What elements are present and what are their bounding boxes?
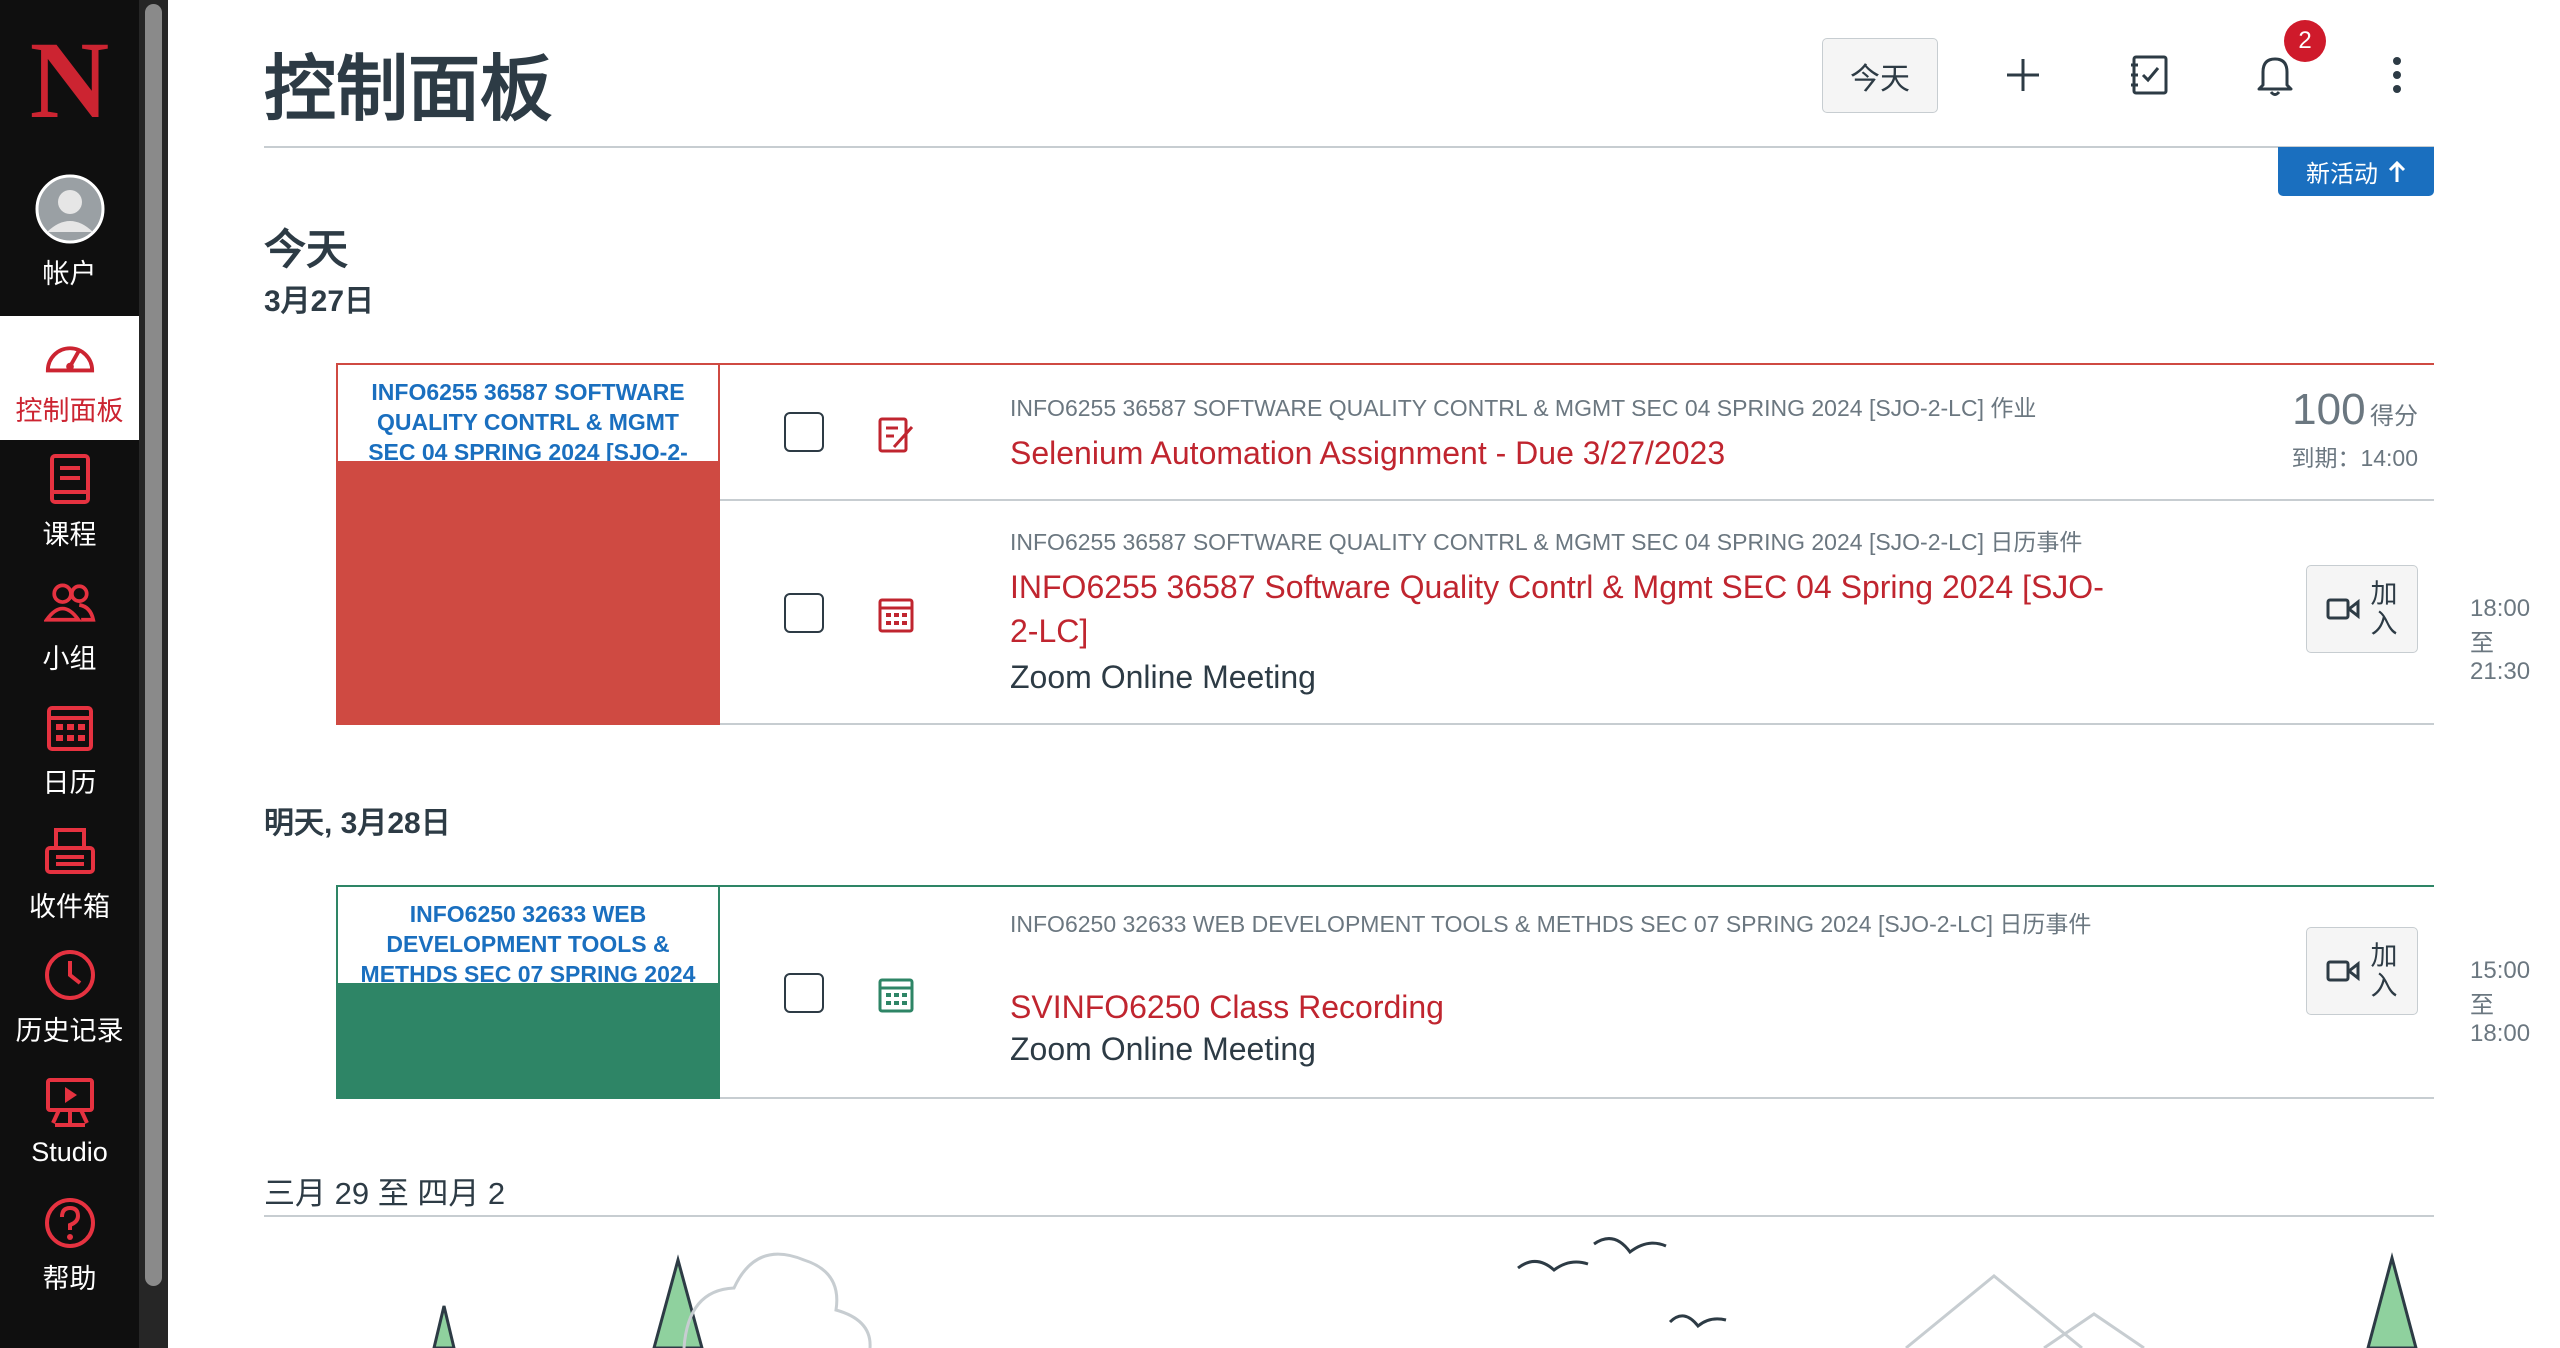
empty-state-illustration bbox=[432, 1237, 2418, 1348]
sidebar-item-studio[interactable]: Studio bbox=[0, 1060, 139, 1184]
notification-count-badge: 2 bbox=[2284, 20, 2326, 62]
sidebar-item-label: Studio bbox=[31, 1136, 108, 1167]
tree-icon bbox=[432, 1305, 456, 1348]
sidebar-item-label: 历史记录 bbox=[15, 1015, 124, 1046]
course-group: INFO6255 36587 SOFTWARE QUALITY CONTRL &… bbox=[336, 363, 2530, 725]
birds-icon bbox=[1517, 1237, 1727, 1329]
planner-item: INFO6255 36587 SOFTWARE QUALITY CONTRL &… bbox=[720, 363, 2434, 501]
course-card-name[interactable]: INFO6255 36587 SOFTWARE QUALITY CONTRL &… bbox=[338, 365, 718, 461]
item-location: Zoom Online Meeting bbox=[1010, 1031, 1316, 1067]
studio-icon bbox=[44, 1077, 96, 1129]
item-title-link[interactable]: INFO6255 36587 Software Quality Contrl &… bbox=[1010, 565, 2110, 653]
groups-icon bbox=[43, 577, 96, 629]
university-logo[interactable]: N bbox=[0, 0, 139, 160]
sidebar-item-history[interactable]: 历史记录 bbox=[0, 936, 139, 1060]
plus-icon bbox=[2007, 59, 2039, 91]
upcoming-range-heading: 三月 29 至 四月 2 bbox=[264, 1176, 506, 1211]
event-time: 15:00 至 18:00 bbox=[2470, 957, 2531, 1047]
course-color-block bbox=[336, 983, 720, 1099]
video-camera-icon bbox=[2326, 598, 2360, 620]
join-label: 加入 bbox=[2370, 941, 2398, 1001]
join-label: 加入 bbox=[2370, 579, 2398, 639]
sidebar-item-label: 课程 bbox=[42, 519, 97, 550]
sidebar-item-calendar[interactable]: 日历 bbox=[0, 688, 139, 812]
sidebar-item-courses[interactable]: 课程 bbox=[0, 440, 139, 564]
item-title-link[interactable]: Selenium Automation Assignment - Due 3/2… bbox=[1010, 431, 2110, 475]
kebab-menu-icon bbox=[2393, 57, 2401, 93]
sidebar-item-groups[interactable]: 小组 bbox=[0, 564, 139, 688]
sidebar-item-label: 控制面板 bbox=[15, 395, 124, 426]
header-divider bbox=[264, 146, 2434, 148]
dashboard-icon bbox=[44, 329, 96, 381]
courses-icon bbox=[44, 453, 96, 505]
points-label: 得分 bbox=[2370, 403, 2418, 430]
complete-checkbox[interactable] bbox=[784, 593, 824, 633]
calendar-icon bbox=[44, 701, 96, 753]
item-course-meta: INFO6255 36587 SOFTWARE QUALITY CONTRL &… bbox=[1010, 395, 2037, 421]
sidebar-item-label: 帮助 bbox=[42, 1263, 97, 1294]
item-title-link[interactable]: SVINFO6250 Class Recording bbox=[1010, 985, 2110, 1029]
add-todo-button[interactable] bbox=[1990, 42, 2056, 108]
sidebar-item-label: 帐户 bbox=[42, 258, 97, 289]
assignment-icon bbox=[878, 417, 914, 453]
course-group: INFO6250 32633 WEB DEVELOPMENT TOOLS & M… bbox=[336, 885, 2530, 1099]
tree-icon bbox=[652, 1254, 704, 1348]
new-activity-label: 新活动 bbox=[2306, 161, 2378, 188]
more-options-button[interactable] bbox=[2364, 42, 2430, 108]
sidebar-item-label: 小组 bbox=[42, 643, 97, 674]
new-activity-button[interactable]: 新活动 bbox=[2278, 147, 2434, 196]
day-heading-tomorrow: 明天, 3月28日 bbox=[264, 807, 451, 840]
global-nav-sidebar: N 帐户 控制面板 课程 小组 日历 收件箱 历史记录 Studio 帮助 bbox=[0, 0, 139, 1348]
course-card[interactable]: INFO6255 36587 SOFTWARE QUALITY CONTRL &… bbox=[336, 363, 720, 725]
account-avatar-icon bbox=[35, 174, 105, 244]
tree-icon bbox=[2366, 1252, 2418, 1348]
sidebar-scrollbar-thumb[interactable] bbox=[145, 4, 162, 1286]
planner-item: INFO6255 36587 SOFTWARE QUALITY CONTRL &… bbox=[720, 501, 2530, 725]
day-heading-today: 今天 bbox=[264, 226, 349, 273]
item-course-meta: INFO6255 36587 SOFTWARE QUALITY CONTRL &… bbox=[1010, 529, 2083, 555]
sidebar-item-label: 收件箱 bbox=[29, 891, 110, 922]
weekly-planner-button[interactable] bbox=[2116, 42, 2182, 108]
event-time: 18:00 至 21:30 bbox=[2470, 595, 2531, 685]
due-time: 到期：14:00 bbox=[2291, 445, 2418, 471]
help-icon bbox=[44, 1197, 96, 1249]
cloud-icon bbox=[682, 1252, 872, 1348]
sidebar-item-help[interactable]: 帮助 bbox=[0, 1184, 139, 1308]
sidebar-item-account[interactable]: 帐户 bbox=[0, 170, 139, 294]
complete-checkbox[interactable] bbox=[784, 412, 824, 452]
join-meeting-button[interactable]: 加入 bbox=[2306, 565, 2418, 653]
page-title: 控制面板 bbox=[264, 50, 553, 130]
mountain-icon bbox=[1905, 1274, 2145, 1348]
day-date: 3月27日 bbox=[264, 285, 375, 318]
arrow-up-icon bbox=[2388, 160, 2406, 182]
sidebar-item-inbox[interactable]: 收件箱 bbox=[0, 812, 139, 936]
history-icon bbox=[44, 949, 96, 1001]
complete-checkbox[interactable] bbox=[784, 973, 824, 1013]
course-color-block bbox=[336, 461, 720, 725]
logo-letter: N bbox=[29, 19, 110, 141]
range-divider bbox=[264, 1215, 2434, 1217]
sidebar-item-dashboard[interactable]: 控制面板 bbox=[0, 316, 139, 440]
points-info: 100 得分 到期：14:00 bbox=[2291, 385, 2418, 473]
calendar-event-icon bbox=[878, 598, 914, 633]
bell-icon bbox=[2257, 57, 2293, 96]
calendar-event-icon bbox=[878, 978, 914, 1013]
planner-notebook-icon bbox=[2131, 55, 2168, 95]
course-card[interactable]: INFO6250 32633 WEB DEVELOPMENT TOOLS & M… bbox=[336, 885, 720, 1099]
inbox-icon bbox=[44, 825, 96, 877]
course-card-name[interactable]: INFO6250 32633 WEB DEVELOPMENT TOOLS & M… bbox=[338, 887, 718, 983]
item-course-meta: INFO6250 32633 WEB DEVELOPMENT TOOLS & M… bbox=[1010, 911, 2092, 937]
today-button[interactable]: 今天 bbox=[1822, 38, 1938, 113]
planner-item: INFO6250 32633 WEB DEVELOPMENT TOOLS & M… bbox=[720, 885, 2530, 1099]
join-meeting-button[interactable]: 加入 bbox=[2306, 927, 2418, 1015]
points-value: 100 bbox=[2292, 385, 2366, 434]
sidebar-item-label: 日历 bbox=[42, 767, 97, 798]
video-camera-icon bbox=[2326, 960, 2360, 982]
item-location: Zoom Online Meeting bbox=[1010, 659, 1316, 695]
